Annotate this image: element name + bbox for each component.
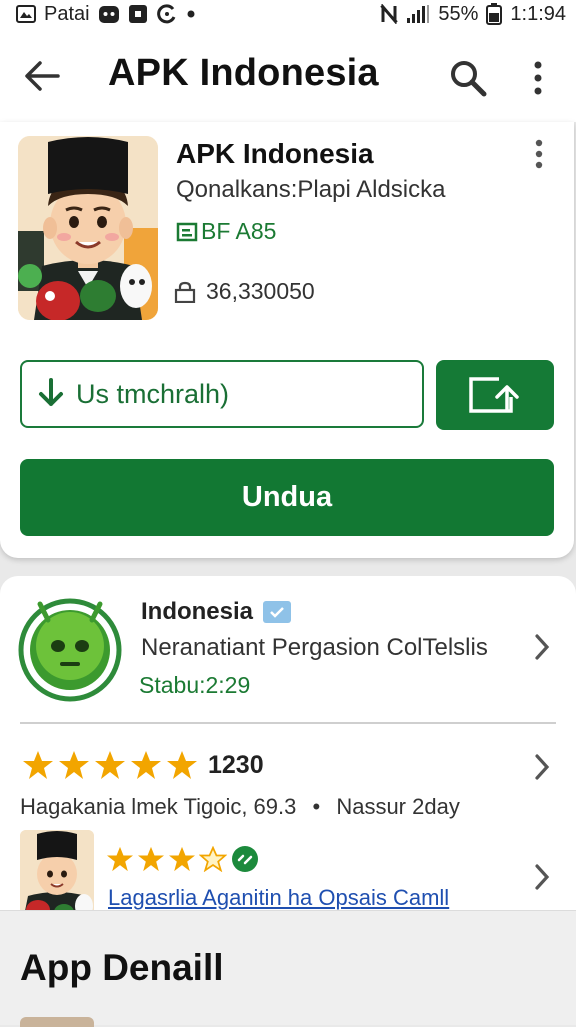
review-meta: Hagakania lmek Tigoic, 69.3 • Nassur 2da… bbox=[20, 794, 460, 820]
status-left: Patai bbox=[0, 3, 196, 26]
status-bar: Patai 55% 1:1:94 bbox=[0, 0, 576, 28]
back-arrow-icon bbox=[25, 61, 60, 91]
green-badge-icon bbox=[232, 846, 258, 872]
star-icon bbox=[167, 751, 197, 779]
app-subtitle: Qonalkans:Plapi Aldsicka bbox=[176, 176, 446, 203]
developer-status: Stabu:2:29 bbox=[139, 672, 251, 698]
dot-icon bbox=[186, 9, 196, 19]
card-more-button[interactable] bbox=[528, 138, 550, 170]
refresh-icon bbox=[156, 4, 178, 24]
star-icon bbox=[59, 751, 89, 779]
avatar-icon bbox=[20, 830, 94, 916]
divider bbox=[20, 722, 556, 724]
rating-stars: 1230 bbox=[22, 750, 264, 780]
star-icon bbox=[138, 846, 164, 872]
battery-percent: 55% bbox=[438, 2, 479, 25]
download-count-text: 36,330050 bbox=[206, 278, 315, 304]
details-card: Indonesia Neranatiant Pergasion ColTelsl… bbox=[0, 576, 576, 916]
search-button[interactable] bbox=[446, 56, 490, 100]
developer-description: Neranatiant Pergasion ColTelslis bbox=[141, 634, 488, 661]
download-count: 36,330050 bbox=[174, 278, 315, 305]
review-chevron-button[interactable] bbox=[530, 862, 554, 892]
verified-icon bbox=[263, 601, 292, 623]
install-outline-label: Us tmchralh) bbox=[76, 378, 230, 409]
ratings-chevron-button[interactable] bbox=[530, 752, 554, 782]
battery-icon bbox=[486, 3, 503, 25]
status-right: 55% 1:1:94 bbox=[380, 3, 576, 26]
app-character-icon[interactable] bbox=[18, 136, 158, 320]
sheet-title: App Denaill bbox=[20, 947, 224, 988]
star-icon bbox=[23, 751, 53, 779]
cat-icon bbox=[98, 4, 120, 24]
bottom-sheet[interactable]: App Denaill bbox=[0, 910, 576, 1027]
carrier-text: Patai bbox=[44, 2, 90, 25]
lock-icon bbox=[174, 281, 196, 303]
tag-icon bbox=[176, 222, 198, 241]
app-tag: BF A85 bbox=[176, 218, 276, 245]
app-bar: APK Indonesia bbox=[0, 28, 576, 122]
review-meta-left: Hagakania lmek Tigoic, 69.3 bbox=[20, 794, 297, 819]
rating-count: 1230 bbox=[208, 750, 264, 779]
no-nfc-icon bbox=[380, 4, 399, 24]
download-icon bbox=[39, 378, 63, 406]
app-card: APK Indonesia Qonalkans:Plapi Aldsicka B… bbox=[0, 122, 574, 558]
meta-separator: • bbox=[312, 794, 321, 819]
square-app-icon bbox=[128, 4, 148, 24]
share-button[interactable] bbox=[436, 360, 554, 430]
app-icon bbox=[16, 5, 36, 23]
more-vert-icon bbox=[535, 139, 543, 169]
share-icon bbox=[469, 377, 519, 413]
developer-name: Indonesia bbox=[141, 598, 292, 626]
developer-name-text: Indonesia bbox=[141, 598, 254, 625]
chevron-right-icon bbox=[535, 754, 550, 780]
search-icon bbox=[451, 61, 487, 97]
chevron-right-icon bbox=[535, 864, 550, 890]
more-vert-icon bbox=[534, 61, 542, 95]
clock: 1:1:94 bbox=[510, 2, 566, 25]
star-outline-icon bbox=[199, 846, 227, 872]
review-meta-right: Nassur 2day bbox=[336, 794, 460, 819]
app-tag-text: BF A85 bbox=[201, 218, 277, 244]
developer-chevron-button[interactable] bbox=[530, 632, 554, 662]
star-icon bbox=[169, 846, 195, 872]
star-icon bbox=[131, 751, 161, 779]
sheet-peek-thumbnail bbox=[20, 1017, 94, 1027]
page-title: APK Indonesia bbox=[108, 52, 379, 94]
more-options-button[interactable] bbox=[520, 56, 556, 100]
signal-icon bbox=[406, 4, 430, 24]
back-button[interactable] bbox=[22, 56, 62, 96]
star-icon bbox=[107, 846, 133, 872]
android-logo-icon bbox=[18, 594, 122, 702]
app-name: APK Indonesia bbox=[176, 138, 374, 169]
star-icon bbox=[95, 751, 125, 779]
download-button[interactable]: Undua bbox=[20, 459, 554, 536]
review-stars bbox=[106, 844, 260, 874]
review-link[interactable]: Lagasrlia Aganitin ha Opsais Camll bbox=[108, 885, 449, 911]
install-outline-button[interactable]: Us tmchralh) bbox=[20, 360, 424, 428]
chevron-right-icon bbox=[535, 634, 550, 660]
